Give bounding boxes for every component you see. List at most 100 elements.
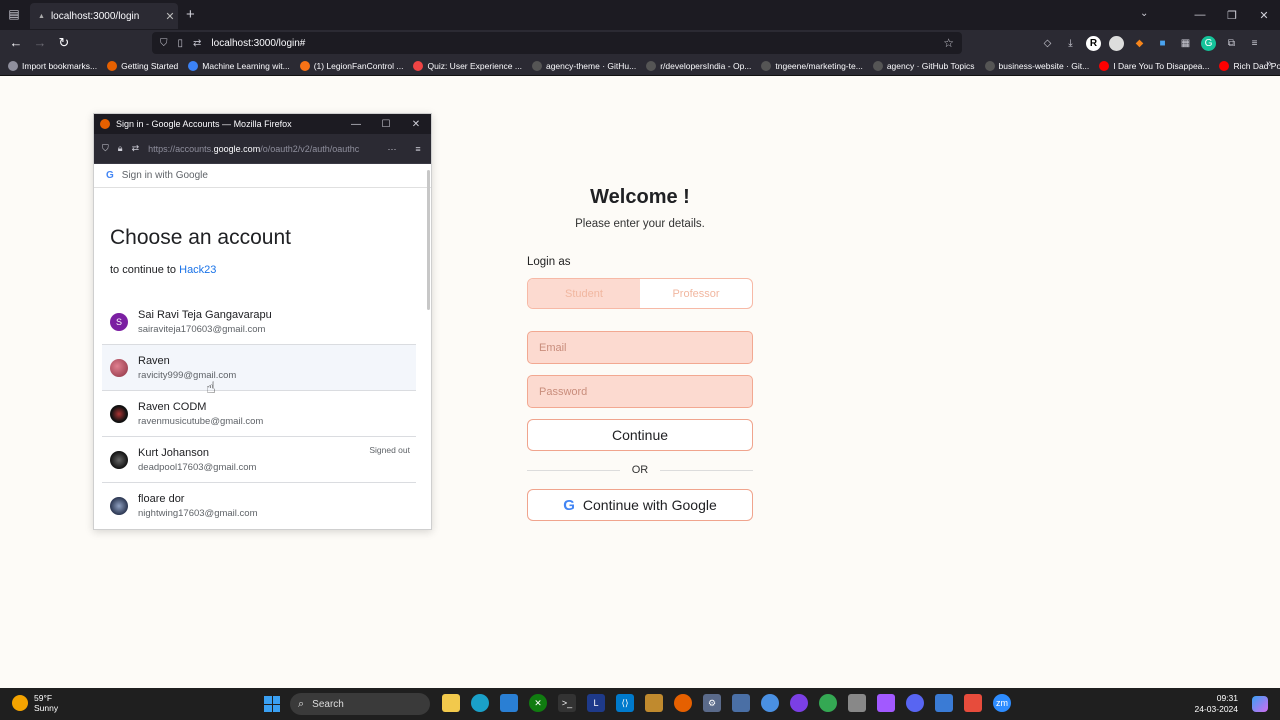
email-field[interactable]: Email xyxy=(527,331,753,364)
tor-icon[interactable] xyxy=(790,694,808,712)
terminal-icon[interactable]: >_ xyxy=(558,694,576,712)
minimize-icon[interactable]: — xyxy=(341,119,371,130)
bookmark-label: Quiz: User Experience ... xyxy=(427,60,522,71)
account-item[interactable]: Raven ravicity999@gmail.com xyxy=(102,345,416,391)
pocket-icon[interactable]: ◇ xyxy=(1040,36,1055,51)
tab-list-icon[interactable]: ▤ xyxy=(6,7,22,23)
start-icon[interactable] xyxy=(264,696,280,712)
forward-icon[interactable]: → xyxy=(32,35,48,51)
permissions-icon[interactable]: ⇄ xyxy=(132,143,140,154)
account-item[interactable]: Raven CODM ravenmusicutube@gmail.com xyxy=(102,391,416,437)
app-menu-icon[interactable]: ≡ xyxy=(1247,36,1262,51)
metamask-icon[interactable]: ◆ xyxy=(1132,36,1147,51)
minimize-icon[interactable]: — xyxy=(1184,0,1216,30)
or-label: OR xyxy=(631,464,649,476)
system-clock[interactable]: 09:31 24-03-2024 xyxy=(1195,693,1238,715)
bookmark-star-icon[interactable]: ☆ xyxy=(943,36,954,50)
bookmark-item[interactable]: business-website · Git... xyxy=(984,60,1089,71)
app-circle-icon[interactable] xyxy=(761,694,779,712)
account-email: nightwing17603@gmail.com xyxy=(138,508,258,519)
bookmark-item[interactable]: r/developersIndia - Op... xyxy=(646,60,751,71)
clock-date: 24-03-2024 xyxy=(1194,704,1238,714)
popup-url-bar[interactable]: ⛉ 🔒︎ ⇄ https://accounts.google.com/o/oau… xyxy=(94,134,431,164)
bookmark-item[interactable]: tngeene/marketing-te... xyxy=(761,60,863,71)
firefox-icon[interactable] xyxy=(674,694,692,712)
back-icon[interactable]: ← xyxy=(8,35,24,51)
url-bar[interactable]: ⛉ ▯ ⇄ localhost:3000/login# ☆ xyxy=(152,32,962,54)
popup-url-text[interactable]: https://accounts.google.com/o/oauth2/v2/… xyxy=(148,144,379,154)
bookmarks-overflow-icon[interactable]: » xyxy=(1266,58,1272,70)
professor-role-button[interactable]: Professor xyxy=(640,279,752,308)
maximize-icon[interactable]: ❐ xyxy=(1216,0,1248,30)
settings-icon[interactable]: ⚙ xyxy=(703,694,721,712)
taskbar-apps: ✕ >_ L ⟨⟩ ⚙ zm xyxy=(442,694,1011,712)
bookmark-item[interactable]: Getting Started xyxy=(107,60,178,71)
app-l-icon[interactable]: L xyxy=(587,694,605,712)
notes-icon[interactable] xyxy=(935,694,953,712)
menu-icon[interactable]: ≡ xyxy=(405,144,431,154)
close-window-icon[interactable]: ✕ xyxy=(1248,0,1280,30)
continue-with-google-button[interactable]: G Continue with Google xyxy=(527,489,753,521)
browser-nav-bar: ← → ↻ ⛉ ▯ ⇄ localhost:3000/login# ☆ ◇ ⤓ … xyxy=(0,30,1280,56)
popup-scrollbar[interactable] xyxy=(427,170,430,310)
copilot-icon[interactable] xyxy=(1252,696,1268,712)
weather-widget[interactable]: 59°F Sunny xyxy=(12,693,58,713)
chrome-icon[interactable] xyxy=(819,694,837,712)
edge-icon[interactable] xyxy=(471,694,489,712)
account-name: Raven xyxy=(138,354,170,367)
grammarly-icon[interactable]: G xyxy=(1201,36,1216,51)
xbox-icon[interactable]: ✕ xyxy=(529,694,547,712)
browser-tab[interactable]: ▲ localhost:3000/login ✕ xyxy=(30,3,178,29)
store-icon[interactable] xyxy=(500,694,518,712)
more-icon[interactable]: ··· xyxy=(379,144,405,154)
extension-circle-icon[interactable] xyxy=(1109,36,1124,51)
lock-icon[interactable]: 🔒︎ xyxy=(118,143,123,154)
tab-overflow-chevron-icon[interactable]: ⌄ xyxy=(1140,8,1148,19)
tab-close-icon[interactable]: ✕ xyxy=(162,10,178,23)
notepad-icon[interactable] xyxy=(848,694,866,712)
download-icon[interactable]: ⤓ xyxy=(1063,36,1078,51)
login-as-label: Login as xyxy=(527,256,571,268)
extension-image-icon[interactable]: ▦ xyxy=(1178,36,1193,51)
bookmark-item[interactable]: Quiz: User Experience ... xyxy=(413,60,522,71)
reload-icon[interactable]: ↻ xyxy=(56,35,72,51)
student-role-button[interactable]: Student xyxy=(528,279,640,308)
sign-in-with-google-label: Sign in with Google xyxy=(121,170,208,181)
account-item[interactable]: S Sai Ravi Teja Gangavarapu sairaviteja1… xyxy=(102,299,416,345)
app-red-icon[interactable] xyxy=(964,694,982,712)
app-icon[interactable] xyxy=(645,694,663,712)
new-tab-icon[interactable]: + xyxy=(186,6,195,23)
bookmark-item[interactable]: Import bookmarks... xyxy=(8,60,97,71)
hand-cursor-icon: ☝ xyxy=(206,380,216,397)
bookmarks-bar: Import bookmarks... Getting Started Mach… xyxy=(0,56,1280,76)
zoom-icon[interactable]: zm xyxy=(993,694,1011,712)
bookmark-item[interactable]: I Dare You To Disappea... xyxy=(1099,60,1209,71)
photos-icon[interactable] xyxy=(732,694,750,712)
bookmark-item[interactable]: agency · GitHub Topics xyxy=(872,60,975,71)
discord-icon[interactable] xyxy=(906,694,924,712)
maximize-icon[interactable]: ☐ xyxy=(371,119,401,130)
continue-button[interactable]: Continue xyxy=(527,419,753,451)
extension-r-icon[interactable]: R xyxy=(1086,36,1101,51)
bookmark-item[interactable]: Machine Learning wit... xyxy=(188,60,290,71)
account-item[interactable]: Kurt Johanson deadpool17603@gmail.com Si… xyxy=(102,437,416,483)
file-explorer-icon[interactable] xyxy=(442,694,460,712)
vscode-icon[interactable]: ⟨⟩ xyxy=(616,694,634,712)
extension-badge-icon[interactable]: ■ xyxy=(1155,36,1170,51)
url-text[interactable]: localhost:3000/login# xyxy=(211,38,943,49)
taskbar-search[interactable]: ⌕ Search xyxy=(290,693,430,715)
app-name-link[interactable]: Hack23 xyxy=(179,264,216,276)
account-item[interactable]: floare dor nightwing17603@gmail.com xyxy=(102,483,416,529)
bookmark-item[interactable]: (1) LegionFanControl ... xyxy=(299,60,403,71)
close-icon[interactable]: ✕ xyxy=(401,119,431,130)
bookmark-item[interactable]: agency-theme · GitHu... xyxy=(531,60,636,71)
github-icon xyxy=(531,60,542,71)
shield-icon[interactable]: ⛉ xyxy=(160,38,168,49)
extensions-icon[interactable]: ⧉ xyxy=(1224,36,1239,51)
shield-icon[interactable]: ⛉ xyxy=(102,143,109,154)
github-icon xyxy=(984,60,995,71)
avatar xyxy=(110,497,128,515)
figma-icon[interactable] xyxy=(877,694,895,712)
permissions-icon[interactable]: ⇄ xyxy=(193,38,201,49)
password-field[interactable]: Password xyxy=(527,375,753,408)
